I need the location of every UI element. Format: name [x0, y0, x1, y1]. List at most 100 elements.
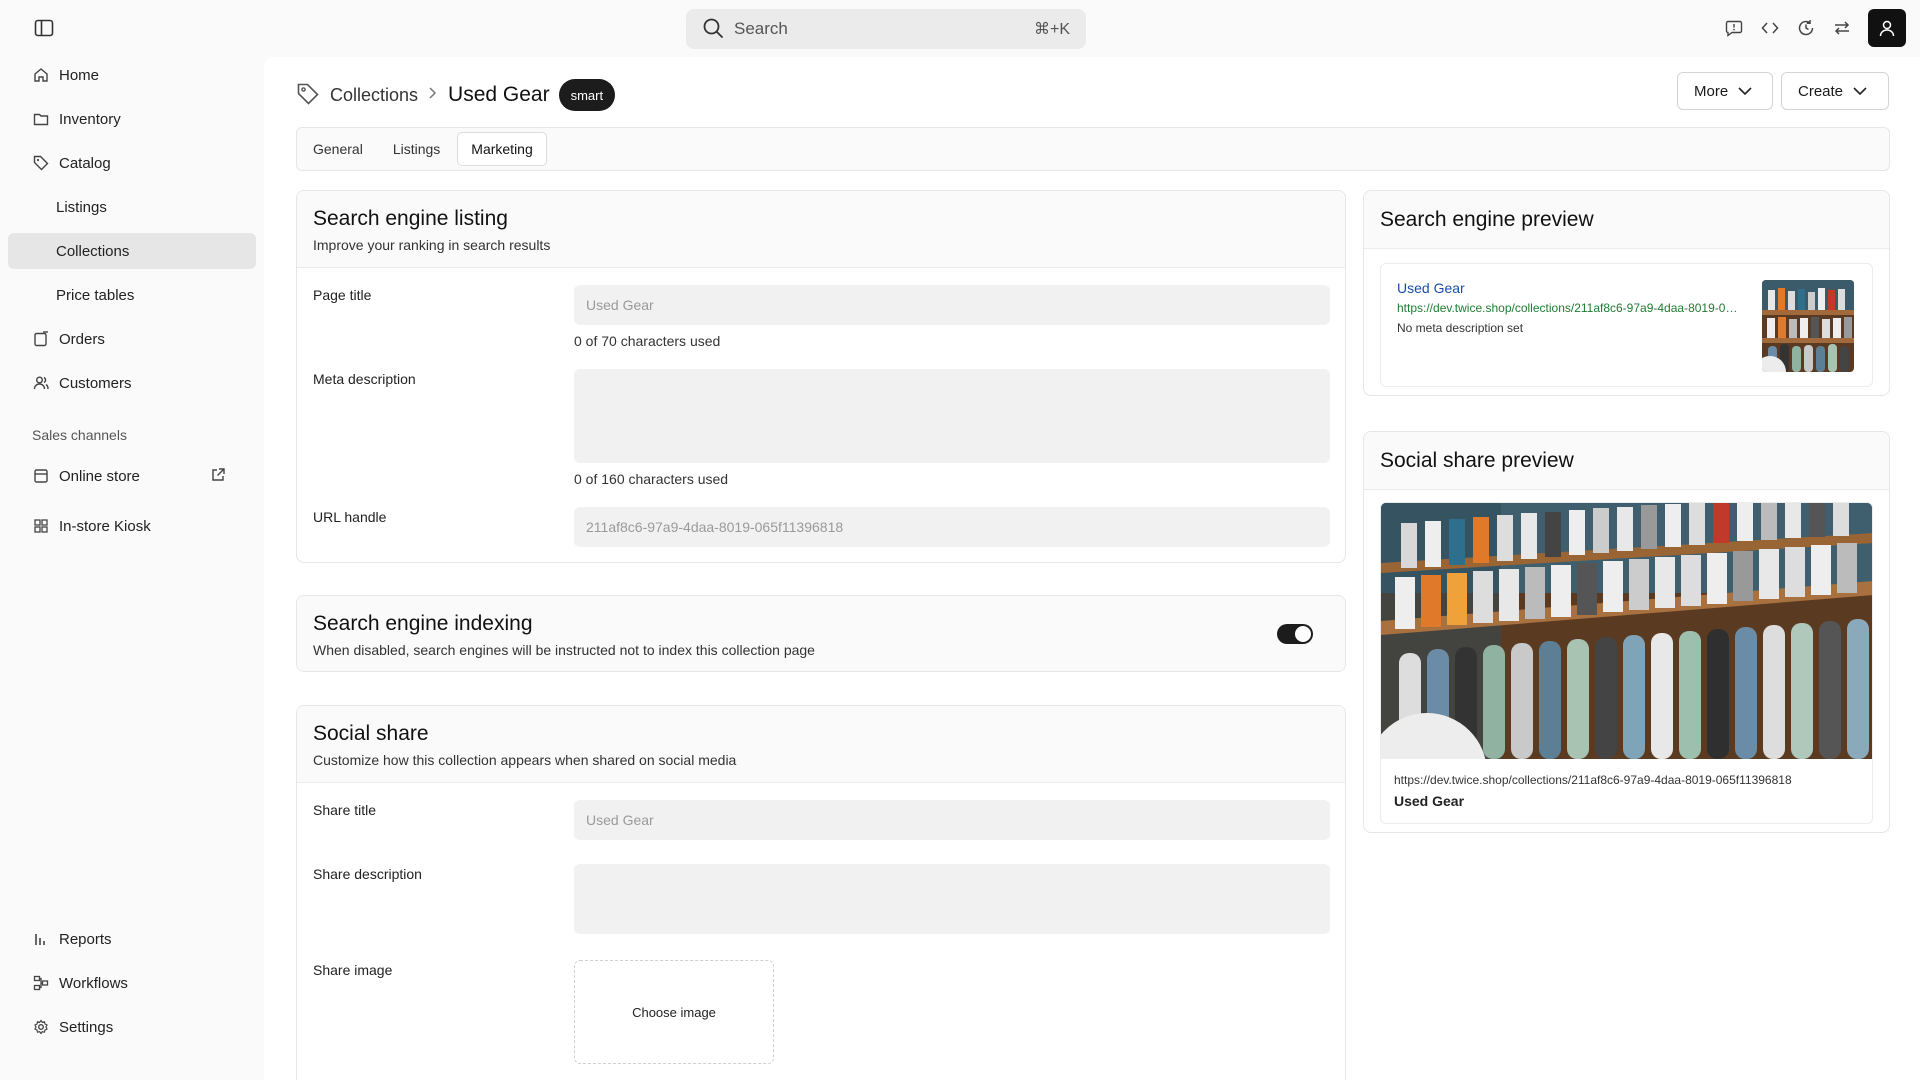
search-engine-preview-card: Search engine preview Used Gear https://… — [1363, 190, 1890, 396]
share-description-label: Share description — [313, 866, 422, 882]
sidebar: Home Inventory Catalog Listings Collecti… — [0, 56, 264, 1080]
card-title: Social share preview — [1380, 449, 1574, 472]
card-subtitle: Customize how this collection appears wh… — [313, 752, 737, 768]
card-title: Search engine preview — [1380, 208, 1594, 231]
sales-channels-label: Sales channels — [32, 427, 127, 443]
search-engine-listing-card: Search engine listing Improve your ranki… — [296, 190, 1346, 563]
sidebar-item-label: In-store Kiosk — [59, 517, 151, 535]
tab-marketing[interactable]: Marketing — [457, 132, 547, 166]
sidebar-toggle-icon[interactable] — [32, 16, 56, 40]
kiosk-icon — [32, 517, 50, 535]
meta-description-textarea[interactable] — [574, 369, 1330, 463]
search-shortcut: ⌘+K — [1033, 21, 1070, 38]
collection-thumbnail — [1762, 280, 1854, 372]
sidebar-item-label: Listings — [56, 198, 107, 216]
customers-icon — [32, 374, 50, 392]
card-title: Search engine indexing — [313, 612, 533, 635]
feedback-icon[interactable] — [1724, 18, 1744, 38]
folder-icon — [32, 110, 50, 128]
search-icon — [702, 17, 724, 42]
sidebar-item-label: Catalog — [59, 154, 111, 172]
sidebar-item-price-tables[interactable]: Price tables — [8, 277, 256, 313]
sidebar-item-reports[interactable]: Reports — [8, 921, 256, 957]
sidebar-item-workflows[interactable]: Workflows — [8, 965, 256, 1001]
switch-icon[interactable] — [1832, 18, 1852, 38]
sidebar-item-label: Settings — [59, 1018, 114, 1036]
collection-share-image — [1381, 503, 1872, 759]
sidebar-item-listings[interactable]: Listings — [8, 189, 256, 225]
tag-icon — [296, 82, 320, 109]
card-subtitle: Improve your ranking in search results — [313, 237, 551, 253]
external-link-icon[interactable] — [210, 467, 226, 487]
page-title-input[interactable]: Used Gear — [574, 285, 1330, 325]
meta-description-label: Meta description — [313, 371, 416, 387]
home-icon — [32, 66, 50, 84]
sidebar-item-collections[interactable]: Collections — [8, 233, 256, 269]
sidebar-item-orders[interactable]: Orders — [8, 321, 256, 357]
url-handle-label: URL handle — [313, 509, 387, 525]
sidebar-item-customers[interactable]: Customers — [8, 365, 256, 401]
orders-icon — [32, 330, 50, 348]
sidebar-item-inventory[interactable]: Inventory — [8, 101, 256, 137]
search-result-preview: Used Gear https://dev.twice.shop/collect… — [1380, 263, 1873, 387]
more-button[interactable]: More — [1677, 72, 1773, 110]
top-bar: Search ⌘+K — [0, 0, 1920, 56]
card-title: Social share — [313, 722, 429, 745]
search-result-description: No meta description set — [1397, 321, 1524, 335]
search-result-title[interactable]: Used Gear — [1397, 280, 1465, 296]
page-title: Used Gear — [448, 83, 550, 106]
share-image-label: Share image — [313, 962, 393, 978]
workflows-icon — [32, 974, 50, 992]
social-share-url: https://dev.twice.shop/collections/211af… — [1394, 773, 1792, 787]
url-handle-input[interactable]: 211af8c6-97a9-4daa-8019-065f11396818 — [574, 507, 1330, 547]
sidebar-item-catalog[interactable]: Catalog — [8, 145, 256, 181]
indexing-toggle[interactable] — [1277, 624, 1313, 644]
search-result-url: https://dev.twice.shop/collections/211af… — [1397, 301, 1742, 315]
share-description-textarea[interactable] — [574, 864, 1330, 934]
choose-image-button[interactable]: Choose image — [574, 960, 774, 1064]
search-placeholder: Search — [734, 19, 788, 38]
sidebar-item-label: Home — [59, 66, 100, 84]
chevron-down-icon — [1843, 83, 1867, 100]
sidebar-item-label: Inventory — [59, 110, 121, 128]
page-title-label: Page title — [313, 287, 372, 303]
sidebar-item-label: Collections — [56, 242, 130, 260]
card-title: Search engine listing — [313, 207, 508, 230]
sidebar-item-label: Orders — [59, 330, 105, 348]
tag-icon — [32, 154, 50, 172]
tab-general[interactable]: General — [300, 132, 376, 166]
sidebar-item-home[interactable]: Home — [8, 57, 256, 93]
sidebar-item-label: Workflows — [59, 974, 128, 992]
reports-icon — [32, 930, 50, 948]
sidebar-item-label: Online store — [59, 467, 140, 485]
status-badge: smart — [558, 79, 616, 111]
social-share-card: Social share Customize how this collecti… — [296, 705, 1346, 1080]
chevron-right-icon — [428, 86, 438, 104]
sidebar-item-in-store-kiosk[interactable]: In-store Kiosk — [8, 508, 256, 544]
social-share-title: Used Gear — [1394, 793, 1465, 809]
history-icon[interactable] — [1796, 18, 1816, 38]
code-icon[interactable] — [1760, 18, 1780, 38]
search-engine-indexing-card: Search engine indexing When disabled, se… — [296, 595, 1346, 672]
tab-listings[interactable]: Listings — [380, 132, 453, 166]
sidebar-item-online-store[interactable]: Online store — [8, 458, 256, 494]
page-title-char-count: 0 of 70 characters used — [574, 333, 721, 349]
sidebar-item-settings[interactable]: Settings — [8, 1009, 256, 1045]
sidebar-item-label: Reports — [59, 930, 112, 948]
avatar[interactable] — [1868, 9, 1906, 47]
meta-description-char-count: 0 of 160 characters used — [574, 471, 729, 487]
social-share-preview-card: Social share preview https://dev.twice.s… — [1363, 431, 1890, 833]
sidebar-item-label: Customers — [59, 374, 132, 392]
search-input[interactable]: Search ⌘+K — [686, 9, 1086, 49]
card-subtitle: When disabled, search engines will be in… — [313, 642, 815, 658]
main-content: Collections Used Gear smart More Create … — [264, 57, 1920, 1080]
create-button[interactable]: Create — [1781, 72, 1889, 110]
breadcrumb-collections-link[interactable]: Collections — [330, 85, 418, 106]
create-button-label: Create — [1798, 82, 1844, 100]
share-title-input[interactable]: Used Gear — [574, 800, 1330, 840]
store-icon — [32, 467, 50, 485]
chevron-down-icon — [1728, 83, 1752, 100]
sidebar-item-label: Price tables — [56, 286, 135, 304]
share-title-label: Share title — [313, 802, 377, 818]
more-button-label: More — [1694, 82, 1729, 100]
